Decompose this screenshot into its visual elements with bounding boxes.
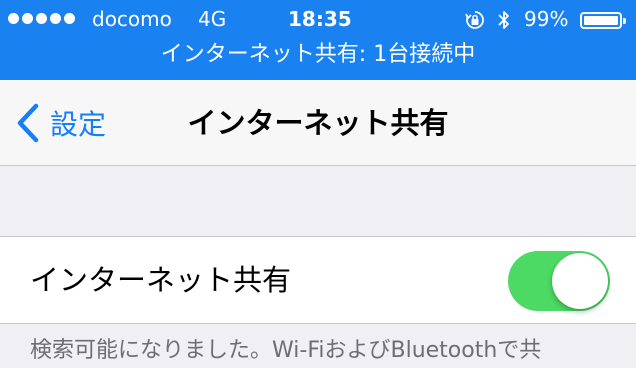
toggle-knob — [552, 253, 608, 309]
hotspot-label: インターネット共有 — [30, 263, 292, 297]
clock: 18:35 — [288, 7, 352, 31]
hotspot-row: インターネット共有 — [0, 236, 636, 324]
carrier-name: docomo — [92, 7, 172, 31]
battery-icon — [580, 12, 626, 29]
network-type: 4G — [198, 7, 227, 31]
signal-icon — [8, 13, 75, 24]
hotspot-banner[interactable]: インターネット共有: 1台接続中 — [0, 40, 636, 70]
battery-percent: 99% — [524, 7, 569, 31]
rotation-lock-icon — [465, 11, 484, 29]
status-row: docomo 4G 18:35 99% — [0, 4, 636, 34]
status-bar[interactable]: docomo 4G 18:35 99% インターネット共有: 1台接続中 — [0, 0, 636, 80]
navigation-bar: 設定 インターネット共有 — [0, 80, 636, 166]
bluetooth-icon — [498, 11, 509, 29]
page-title: インターネット共有 — [187, 106, 449, 140]
footer-note: 検索可能になりました。Wi-FiおよびBluetoothで共 — [30, 338, 542, 363]
screen: docomo 4G 18:35 99% インターネット共有: 1台接続中 設定 … — [0, 0, 636, 368]
hotspot-toggle[interactable] — [508, 251, 610, 311]
